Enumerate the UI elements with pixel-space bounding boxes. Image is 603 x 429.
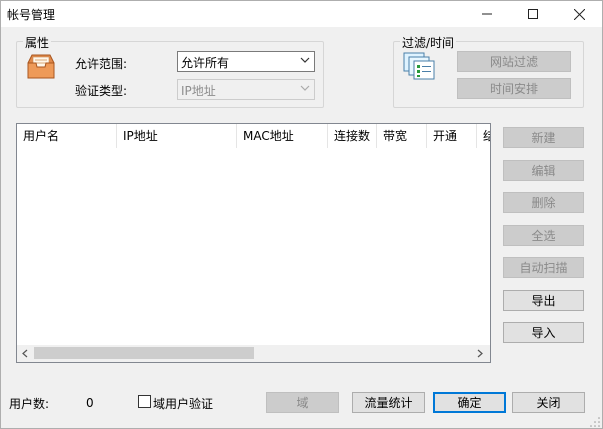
allow-range-label: 允许范围: <box>75 57 128 71</box>
maximize-button[interactable] <box>510 1 556 27</box>
edit-button[interactable]: 编辑 <box>503 160 584 181</box>
filter-time-group-label: 过滤/时间 <box>400 34 457 51</box>
auth-type-select[interactable]: IP地址 <box>177 79 315 100</box>
allow-range-value: 允许所有 <box>181 56 230 70</box>
column-header-ip[interactable]: IP地址 <box>117 124 237 148</box>
column-header-enabled[interactable]: 开通 <box>427 124 477 148</box>
minimize-button[interactable] <box>464 1 510 27</box>
auth-type-value: IP地址 <box>181 84 216 98</box>
scrollbar-thumb[interactable] <box>34 347 254 359</box>
resize-grip-icon[interactable] <box>589 416 601 428</box>
domain-auth-label[interactable]: 域用户验证 <box>153 395 213 412</box>
close-icon <box>573 8 585 20</box>
auto-scan-button[interactable]: 自动扫描 <box>503 257 584 278</box>
allow-range-select[interactable]: 允许所有 <box>177 51 315 72</box>
user-list[interactable]: 用户名 IP地址 MAC地址 连接数 带宽 开通 结 <box>16 123 491 363</box>
column-header-bandwidth[interactable]: 带宽 <box>377 124 427 148</box>
website-filter-button[interactable]: 网站过滤 <box>457 51 571 72</box>
close-button[interactable]: 关闭 <box>512 392 585 413</box>
user-count-label: 用户数: <box>9 397 50 411</box>
maximize-icon <box>528 9 538 19</box>
attributes-group-label: 属性 <box>23 34 52 51</box>
user-count-value: 0 <box>86 396 94 410</box>
chevron-down-icon <box>300 57 310 63</box>
chevron-down-icon <box>300 85 310 91</box>
export-button[interactable]: 导出 <box>503 290 584 311</box>
import-button[interactable]: 导入 <box>503 322 584 343</box>
inbox-icon <box>25 51 57 81</box>
new-button[interactable]: 新建 <box>503 127 584 148</box>
auth-type-label: 验证类型: <box>75 84 128 98</box>
column-header-username[interactable]: 用户名 <box>17 124 117 148</box>
scroll-left-icon[interactable] <box>21 349 29 358</box>
window-title: 帐号管理 <box>7 8 56 22</box>
close-window-button[interactable] <box>556 1 602 27</box>
select-all-button[interactable]: 全选 <box>503 225 584 246</box>
ok-button[interactable]: 确定 <box>433 392 506 413</box>
column-header-connections[interactable]: 连接数 <box>328 124 377 148</box>
domain-auth-checkbox[interactable] <box>138 395 151 408</box>
delete-button[interactable]: 删除 <box>503 192 584 213</box>
account-management-window: 帐号管理 属性 允许范围: 允许所有 验证类型: IP地址 过滤/时间 网站过滤… <box>0 0 603 429</box>
domain-button[interactable]: 域 <box>266 392 339 413</box>
document-list-icon <box>402 51 436 81</box>
schedule-button[interactable]: 时间安排 <box>457 78 571 99</box>
horizontal-scrollbar[interactable] <box>17 345 490 362</box>
traffic-stats-button[interactable]: 流量统计 <box>352 392 425 413</box>
column-header-end[interactable]: 结 <box>477 124 490 148</box>
title-bar: 帐号管理 <box>1 1 602 27</box>
minimize-icon <box>482 13 492 15</box>
scroll-right-icon[interactable] <box>476 349 484 358</box>
column-header-mac[interactable]: MAC地址 <box>237 124 328 148</box>
